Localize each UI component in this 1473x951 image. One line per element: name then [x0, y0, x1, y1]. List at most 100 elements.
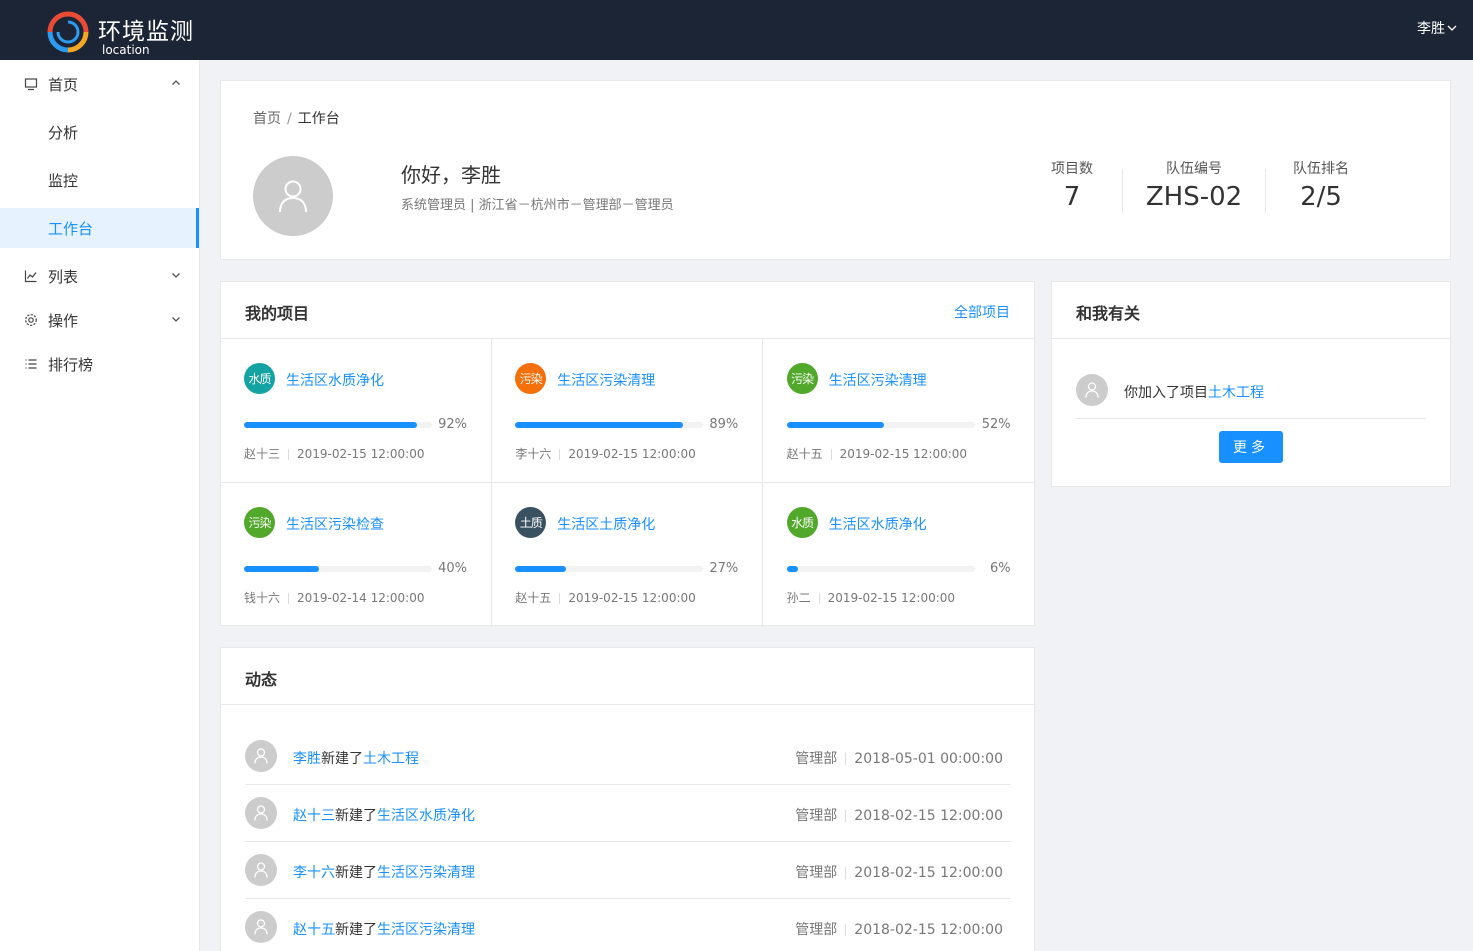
progress-percent: 92%: [438, 417, 467, 432]
sidebar-item-ranking[interactable]: 排行榜: [0, 344, 199, 384]
card-header: 和我有关: [1052, 282, 1450, 339]
project-type-badge: 污染: [786, 363, 818, 394]
activity-action: 新建了: [321, 751, 363, 767]
activity-dept: 管理部: [795, 922, 838, 938]
activity-project-link[interactable]: 生活区污染清理: [377, 922, 475, 938]
activity-project-link[interactable]: 生活区污染清理: [377, 865, 475, 881]
activity-dept: 管理部: [795, 808, 838, 824]
project-type-badge: 污染: [515, 363, 547, 394]
sidebar-item-operations[interactable]: 操作: [0, 300, 199, 340]
stat-team-rank: 队伍排名 2/5: [1283, 158, 1359, 212]
project-name-link[interactable]: 生活区水质净化: [829, 514, 927, 534]
activity-project-link[interactable]: 土木工程: [363, 751, 419, 767]
sidebar-item-monitor[interactable]: 监控: [0, 160, 199, 200]
sidebar-item-label: 列表: [48, 267, 79, 286]
activity-action: 新建了: [335, 922, 377, 938]
user-menu[interactable]: 李胜: [1417, 18, 1457, 38]
divider: [845, 753, 847, 765]
breadcrumb-current: 工作台: [297, 111, 340, 127]
project-type-badge: 污染: [244, 507, 275, 538]
project-owner: 李十六: [515, 447, 552, 461]
greeting: 你好，李胜: [401, 163, 501, 187]
sidebar-item-label: 分析: [48, 123, 79, 142]
project-owner: 孙二: [786, 591, 811, 605]
activity-text: 李胜新建了土木工程: [293, 748, 419, 768]
breadcrumb-home[interactable]: 首页: [253, 111, 281, 127]
chevron-down-icon: [172, 273, 180, 278]
activity-row: 赵十三新建了生活区水质净化 管理部 2018-02-15 12:00:00: [245, 785, 1011, 842]
progress-bar: [786, 422, 975, 428]
progress-bar: [515, 566, 704, 572]
stat-label: 队伍排名: [1293, 161, 1349, 177]
activity-dept: 管理部: [795, 865, 838, 881]
sidebar-item-label: 首页: [48, 75, 79, 94]
activity-row: 李十六新建了生活区污染清理 管理部 2018-02-15 12:00:00: [245, 842, 1011, 899]
project-time: 2019-02-15 12:00:00: [568, 447, 696, 461]
activity-user-link[interactable]: 赵十五: [293, 922, 335, 938]
activity-dept: 管理部: [795, 751, 838, 767]
activity-row: 赵十五新建了生活区污染清理 管理部 2018-02-15 12:00:00: [245, 899, 1011, 951]
activity-text: 赵十三新建了生活区水质净化: [293, 805, 475, 825]
sidebar-item-analysis[interactable]: 分析: [0, 112, 199, 152]
project-name-link[interactable]: 生活区土质净化: [557, 514, 655, 534]
user-icon: [254, 805, 268, 821]
avatar: [245, 740, 277, 772]
activity-user-link[interactable]: 赵十三: [293, 808, 335, 824]
progress-fill: [244, 566, 320, 572]
activity-user-link[interactable]: 李十六: [293, 865, 335, 881]
sidebar-item-workbench[interactable]: 工作台: [0, 208, 199, 248]
progress-percent: 89%: [709, 417, 739, 432]
stat-label: 项目数: [1051, 161, 1093, 177]
user-icon: [1085, 382, 1099, 398]
activity-user-link[interactable]: 李胜: [293, 751, 321, 767]
profile-card: 首页 / 工作台 你好，李胜 系统管理员 | 浙江省－杭州市－管理部－管理员 项目数…: [220, 80, 1451, 260]
project-meta: 钱十六 2019-02-14 12:00:00: [244, 589, 424, 606]
project-time: 2019-02-15 12:00:00: [297, 447, 425, 461]
related-item-prefix: 你加入了项目: [1124, 385, 1208, 401]
project-name-link[interactable]: 生活区污染清理: [829, 370, 927, 390]
project-item: 污染 生活区污染清理 89% 李十六 2019-02-15 12:00:00: [492, 339, 764, 483]
gear-icon: [24, 313, 38, 327]
activity-action: 新建了: [335, 808, 377, 824]
progress-fill: [786, 422, 885, 428]
project-name-link[interactable]: 生活区水质净化: [286, 370, 384, 390]
activity-action: 新建了: [335, 865, 377, 881]
card-title: 我的项目: [245, 304, 310, 323]
progress-bar: [244, 422, 432, 428]
avatar: [245, 911, 277, 943]
stat-label: 队伍编号: [1166, 161, 1222, 177]
divider: [559, 593, 561, 604]
project-time: 2019-02-15 12:00:00: [839, 447, 968, 461]
stat-project-count: 项目数 7: [1039, 158, 1105, 212]
sidebar: 首页 分析 监控 工作台 列表 操作 排行榜: [0, 60, 200, 951]
project-name-link[interactable]: 生活区污染清理: [557, 370, 655, 390]
stat-value: 7: [1063, 182, 1081, 212]
project-name-link[interactable]: 生活区污染检查: [286, 514, 384, 534]
progress-fill: [515, 566, 567, 572]
project-type-badge: 水质: [244, 363, 275, 394]
monitor-icon: [24, 77, 38, 91]
progress-bar: [515, 422, 704, 428]
card-title: 和我有关: [1076, 304, 1141, 323]
stat-divider: [1122, 169, 1123, 213]
project-meta: 赵十五 2019-02-15 12:00:00: [787, 445, 967, 462]
activity-text: 赵十五新建了生活区污染清理: [293, 919, 475, 939]
list-icon: [24, 357, 38, 371]
activity-project-link[interactable]: 生活区水质净化: [377, 808, 475, 824]
avatar: [245, 854, 277, 886]
all-projects-link[interactable]: 全部项目: [954, 302, 1010, 322]
activity-meta: 管理部 2018-02-15 12:00:00: [795, 919, 1003, 939]
progress-bar: [244, 566, 432, 572]
more-button[interactable]: 更多: [1219, 431, 1283, 463]
related-project-link[interactable]: 土木工程: [1208, 385, 1264, 401]
sidebar-item-label: 操作: [48, 311, 79, 330]
project-owner: 赵十三: [244, 447, 281, 461]
project-meta: 赵十五 2019-02-15 12:00:00: [515, 589, 695, 606]
project-type-badge: 土质: [515, 507, 547, 538]
sidebar-item-list[interactable]: 列表: [0, 256, 199, 296]
activity-time: 2018-02-15 12:00:00: [854, 865, 1003, 881]
user-icon: [254, 862, 268, 878]
progress-percent: 40%: [438, 561, 467, 576]
activity-time: 2018-02-15 12:00:00: [854, 922, 1003, 938]
sidebar-item-home[interactable]: 首页: [0, 64, 199, 104]
